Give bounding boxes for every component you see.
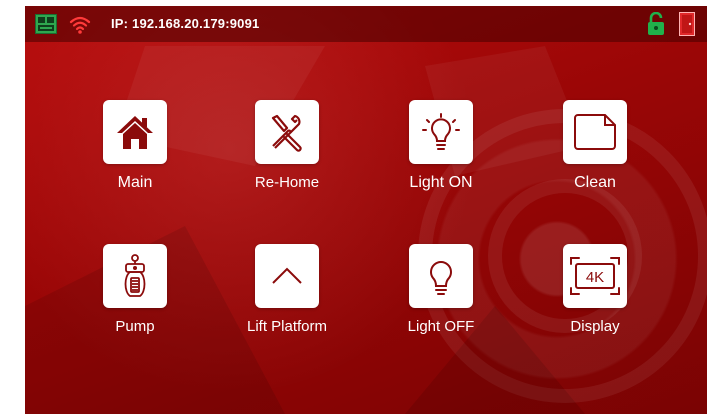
light-off-icon [409,244,473,308]
display-button[interactable]: 4K Display [535,244,655,354]
tools-icon [255,100,319,164]
wifi-icon [69,13,91,35]
light-off-button[interactable]: Light OFF [381,244,501,354]
display-4k-text: 4K [586,269,604,286]
lift-platform-button[interactable]: Lift Platform [227,244,347,354]
chevron-up-icon [255,244,319,308]
light-on-button[interactable]: Light ON [381,100,501,210]
ip-address-text: IP: 192.168.20.179:9091 [111,16,260,31]
home-icon [103,100,167,164]
door-icon[interactable] [679,12,695,36]
re-home-button[interactable]: Re-Home [227,100,347,210]
pump-label: Pump [115,318,155,335]
pump-button[interactable]: Pump [75,244,195,354]
main-label: Main [117,174,153,191]
clean-label: Clean [574,174,616,191]
unlock-icon[interactable] [647,11,665,36]
status-bar: IP: 192.168.20.179:9091 [25,6,707,42]
re-home-label: Re-Home [254,174,320,191]
main-button[interactable]: Main [75,100,195,210]
light-on-label: Light ON [409,174,473,191]
clean-button[interactable]: Clean [535,100,655,210]
printer-touchscreen: IP: 192.168.20.179:9091 Main Re-Home Lig… [25,6,707,414]
lift-platform-label: Lift Platform [246,318,328,335]
pump-icon [103,244,167,308]
display-label: Display [570,318,620,335]
sd-card-icon [35,14,57,34]
light-off-label: Light OFF [407,318,475,335]
light-on-icon [409,100,473,164]
clean-icon [563,100,627,164]
display-4k-icon: 4K [563,244,627,308]
